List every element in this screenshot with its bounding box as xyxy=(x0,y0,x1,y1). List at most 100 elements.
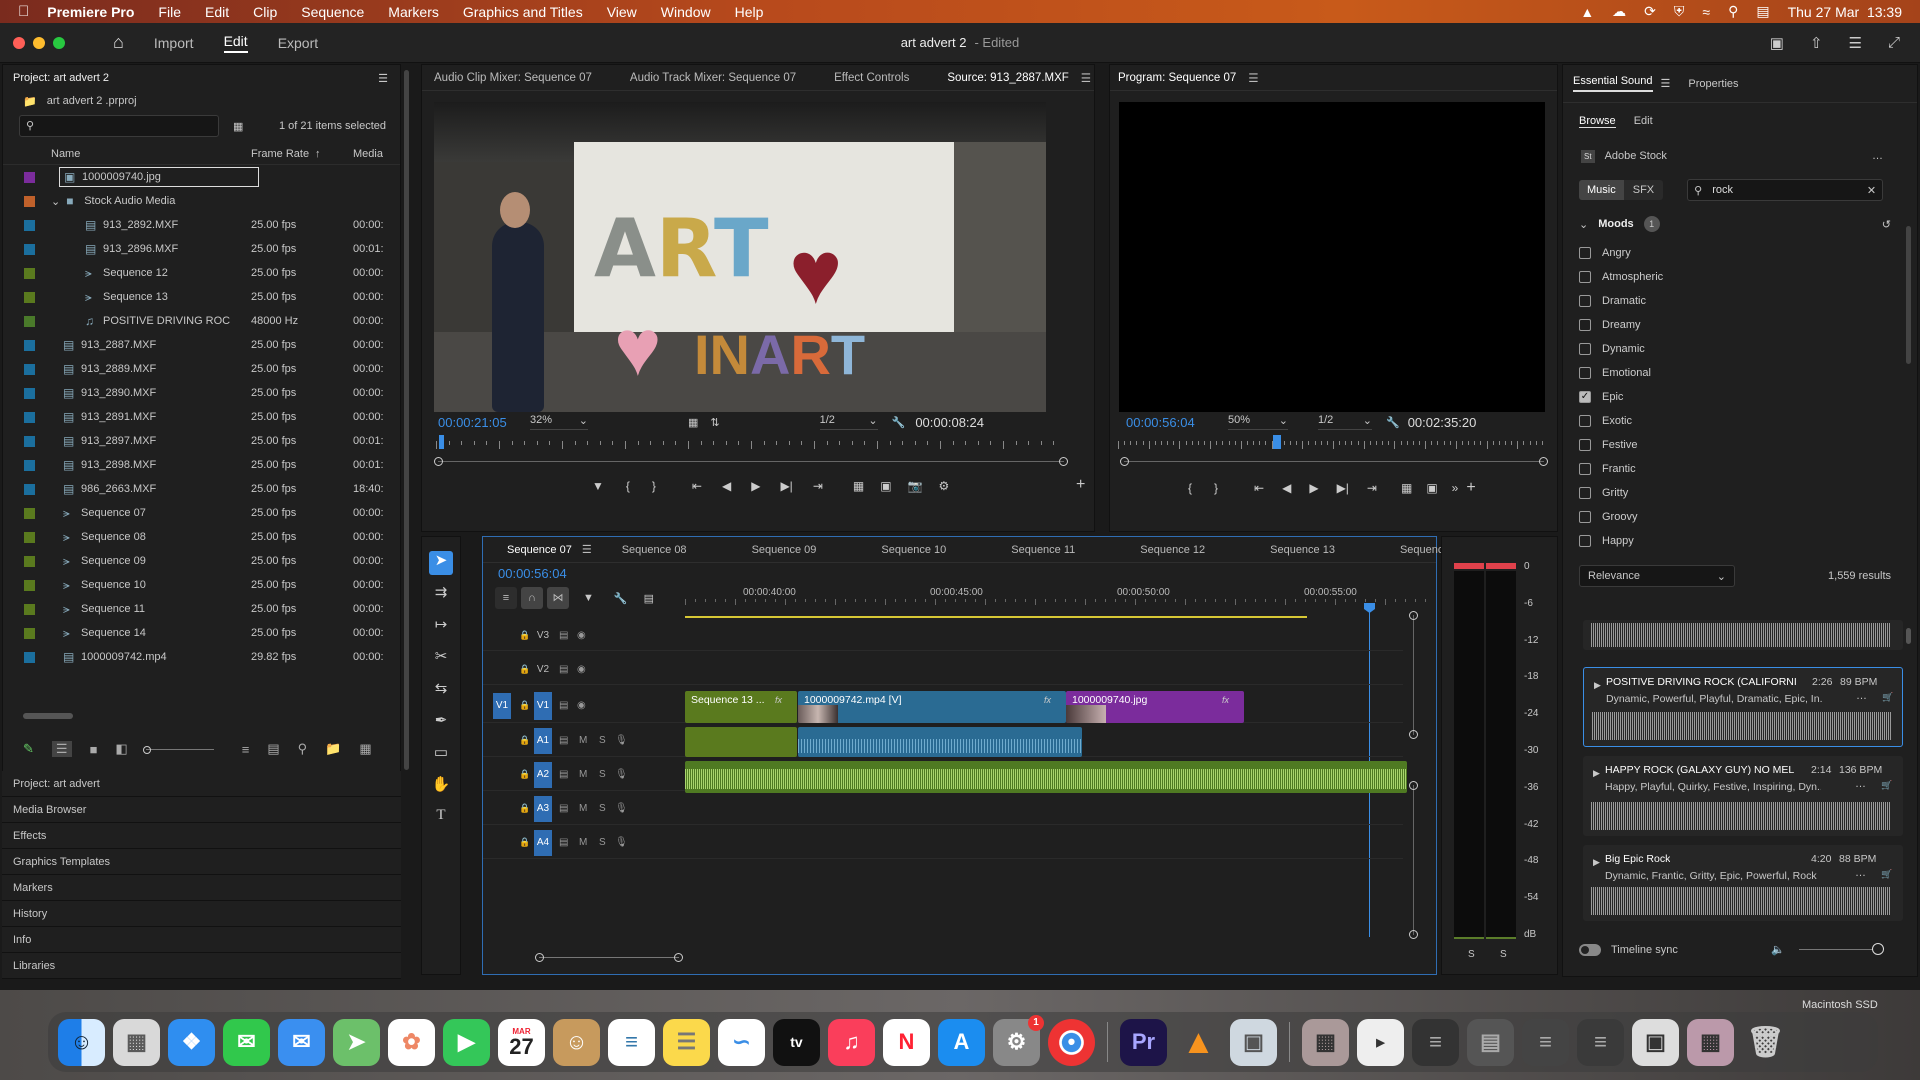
source-ruler[interactable] xyxy=(436,441,1066,451)
slip-tool-icon[interactable]: ⇆ xyxy=(435,679,448,697)
tab-sequence-09[interactable]: Sequence 09 xyxy=(752,544,817,556)
tab-properties[interactable]: Properties xyxy=(1688,78,1738,90)
quick-export-icon[interactable]: ▣ xyxy=(1770,34,1784,52)
document-stack-icon[interactable]: ▤ xyxy=(1467,1018,1514,1066)
panel-menu-icon[interactable]: ☰ xyxy=(582,543,592,556)
rectangle-tool-icon[interactable]: ▭ xyxy=(434,743,448,761)
label-color-swatch[interactable] xyxy=(24,219,35,231)
label-color-swatch[interactable] xyxy=(24,483,35,495)
mood-checkbox[interactable] xyxy=(1579,487,1591,499)
menu-file[interactable]: File xyxy=(158,4,181,20)
news-icon[interactable]: N xyxy=(883,1018,930,1066)
selection-tool-icon[interactable]: ➤ xyxy=(429,551,453,575)
panel-effects[interactable]: Effects xyxy=(2,823,401,849)
toggle-sync-lock-icon[interactable]: ▤ xyxy=(559,630,568,641)
project-item[interactable]: ⪫ Sequence 09 25.00 fps 00:00: xyxy=(3,549,400,573)
mood-option[interactable]: Dramatic xyxy=(1579,289,1917,313)
label-color-swatch[interactable] xyxy=(24,603,35,615)
more-options-icon[interactable]: … xyxy=(1855,867,1866,879)
vlc-icon[interactable]: ▲ xyxy=(1175,1019,1222,1066)
cart-icon[interactable]: 🛒 xyxy=(1881,869,1892,880)
label-color-swatch[interactable] xyxy=(24,507,35,519)
moods-collapse-icon[interactable]: ⌄ xyxy=(1579,218,1588,231)
lock-icon[interactable]: 🔒 xyxy=(519,664,530,675)
project-item[interactable]: ▤ 913_2891.MXF 25.00 fps 00:00: xyxy=(3,405,400,429)
project-item[interactable]: ⪫ Sequence 11 25.00 fps 00:00: xyxy=(3,597,400,621)
cloud-icon[interactable]: ☁ xyxy=(1612,3,1626,20)
facetime-icon[interactable]: ▶ xyxy=(443,1018,490,1066)
project-vscrollbar[interactable] xyxy=(404,70,409,770)
timeline-timecode[interactable]: 00:00:56:04 xyxy=(498,566,567,581)
lift-icon[interactable]: ▦ xyxy=(1401,481,1412,495)
label-color-swatch[interactable] xyxy=(24,387,35,399)
volume-icon[interactable]: 🔈 xyxy=(1771,943,1785,956)
screens-stack-icon[interactable]: ≡ xyxy=(1577,1018,1624,1066)
sort-select[interactable]: Relevance ⌄ xyxy=(1579,565,1735,587)
program-zoom-scrollbar[interactable] xyxy=(1120,457,1548,466)
extract-icon[interactable]: ▣ xyxy=(1426,481,1437,495)
mood-option[interactable]: Emotional xyxy=(1579,361,1917,385)
mood-checkbox[interactable] xyxy=(1579,343,1591,355)
chrome-icon[interactable]: • xyxy=(1048,1018,1095,1066)
label-color-swatch[interactable] xyxy=(24,579,35,591)
eye-icon[interactable]: ◉ xyxy=(577,664,586,675)
app-store-icon[interactable]: A xyxy=(938,1018,985,1066)
wrench-icon[interactable]: 🔧 xyxy=(892,416,906,429)
automate-icon[interactable]: ▤ xyxy=(267,741,279,757)
downloads-stack-icon[interactable]: ▦ xyxy=(1302,1018,1349,1066)
label-color-swatch[interactable] xyxy=(24,315,35,327)
program-ruler[interactable] xyxy=(1118,441,1548,451)
project-item[interactable]: ⪫ Sequence 13 25.00 fps 00:00: xyxy=(3,285,400,309)
clip-1000009742-mp4-video[interactable]: 1000009742.mp4 [V] xyxy=(798,691,1066,723)
contacts-icon[interactable]: ☺ xyxy=(553,1018,600,1066)
toggle-sync-lock-icon[interactable]: ▤ xyxy=(559,664,568,675)
panel-menu-icon[interactable]: ☰ xyxy=(378,72,388,85)
program-zoom-select[interactable]: 50% ⌄ xyxy=(1228,414,1288,430)
column-name[interactable]: Name xyxy=(51,148,80,160)
microphone-icon[interactable]: 🎙 xyxy=(615,837,628,848)
solo-button[interactable]: S xyxy=(599,735,606,746)
panel-graphics-templates[interactable]: Graphics Templates xyxy=(2,849,401,875)
source-video-frame[interactable]: ART ♥ ♥ INART xyxy=(434,102,1046,412)
solo-left-button[interactable]: S xyxy=(1468,949,1475,960)
tab-sequence-12[interactable]: Sequence 12 xyxy=(1140,544,1205,556)
program-resolution-select[interactable]: 1/2 ⌄ xyxy=(1318,414,1372,430)
subtab-edit[interactable]: Edit xyxy=(1634,115,1653,127)
fx-badge[interactable]: fx xyxy=(1222,695,1229,705)
wifi-off-icon[interactable]: ≈ xyxy=(1702,4,1710,20)
calendar-icon[interactable]: MAR 27 xyxy=(498,1018,545,1066)
zoom-window-button[interactable] xyxy=(53,36,65,49)
tab-audio-clip-mixer[interactable]: Audio Clip Mixer: Sequence 07 xyxy=(434,72,592,84)
cart-icon[interactable]: 🛒 xyxy=(1881,780,1892,791)
project-item[interactable]: ▤ 913_2890.MXF 25.00 fps 00:00: xyxy=(3,381,400,405)
source-patch-v1[interactable]: V1 xyxy=(493,692,511,719)
program-playhead[interactable] xyxy=(1272,435,1281,449)
mood-option[interactable]: Angry xyxy=(1579,241,1917,265)
add-marker-icon[interactable]: ▼ xyxy=(583,592,594,604)
microphone-icon[interactable]: 🎙 xyxy=(615,769,628,780)
lock-icon[interactable]: 🔒 xyxy=(519,837,530,848)
pen-tool-icon[interactable]: ✒ xyxy=(435,711,448,729)
eye-icon[interactable]: ◉ xyxy=(577,700,586,711)
results-scrollbar[interactable] xyxy=(1906,628,1911,644)
mute-button[interactable]: M xyxy=(579,769,587,780)
lock-icon[interactable]: 🔒 xyxy=(519,630,530,641)
fullscreen-icon[interactable]: ⤢ xyxy=(1888,34,1900,51)
freeform-view-icon[interactable]: ◧ xyxy=(115,741,127,757)
reset-moods-icon[interactable]: ↺ xyxy=(1882,218,1891,231)
result-card[interactable]: ▶ POSITIVE DRIVING ROCK (CALIFORNIA) 2:26 8… xyxy=(1583,667,1903,747)
menu-graphics[interactable]: Graphics and Titles xyxy=(463,4,583,20)
result-card[interactable]: ▶ Big Epic Rock 4:20 88 BPM Dynamic, Frantic… xyxy=(1583,845,1903,921)
mood-option[interactable]: Exotic xyxy=(1579,409,1917,433)
panel-menu-icon[interactable]: ☰ xyxy=(1081,71,1091,85)
mood-checkbox[interactable]: ✓ xyxy=(1579,391,1591,403)
mood-checkbox[interactable] xyxy=(1579,463,1591,475)
tab-sequence-11[interactable]: Sequence 11 xyxy=(1011,544,1075,556)
panel-markers[interactable]: Markers xyxy=(2,875,401,901)
workspaces-icon[interactable]: ☰ xyxy=(1849,34,1862,52)
menu-sequence[interactable]: Sequence xyxy=(301,4,364,20)
tab-effect-controls[interactable]: Effect Controls xyxy=(834,72,909,84)
mute-button[interactable]: M xyxy=(579,837,587,848)
reminders-icon[interactable]: ≡ xyxy=(608,1018,655,1066)
track-select-tool-icon[interactable]: ⇉ xyxy=(435,583,448,601)
